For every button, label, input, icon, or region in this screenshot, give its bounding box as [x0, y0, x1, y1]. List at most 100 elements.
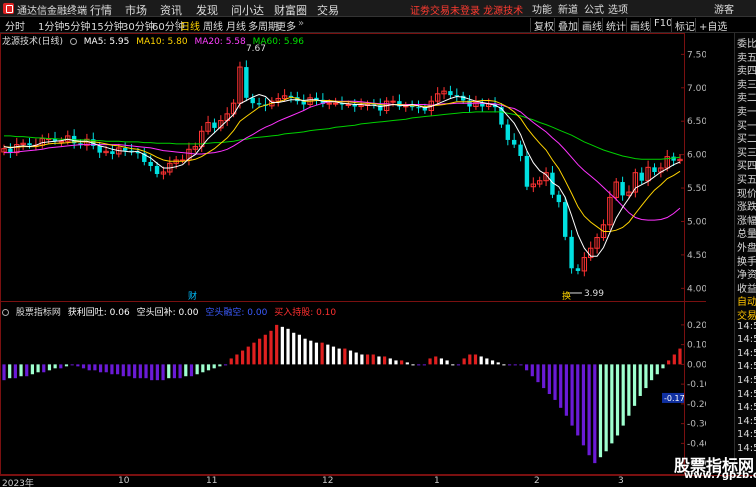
- indicator-bar: [434, 356, 438, 365]
- ma5-label: MA5: 5.95: [83, 37, 130, 47]
- mark-button[interactable]: 标记: [671, 18, 698, 33]
- more-chevron-icon[interactable]: »: [298, 18, 304, 29]
- indicator-bar: [235, 354, 239, 365]
- indicator-bar: [462, 358, 466, 365]
- stats-button[interactable]: 统计: [602, 18, 629, 33]
- period-monthly[interactable]: 月线: [226, 18, 246, 33]
- candle-body: [620, 182, 625, 196]
- menu-xindao[interactable]: 新道: [558, 1, 578, 16]
- indicator-bar: [229, 358, 233, 365]
- sidebar-item[interactable]: 14:56: [737, 429, 756, 440]
- indicator-bar: [223, 364, 228, 366]
- indicator-bar: [627, 364, 631, 416]
- menu-shichang[interactable]: 市场: [125, 2, 147, 18]
- indicator-bar: [649, 364, 654, 381]
- menu-gongshi[interactable]: 公式: [584, 1, 604, 16]
- indicator-bar: [144, 364, 148, 379]
- menu-caifuquan[interactable]: 财富圈: [274, 2, 307, 18]
- menu-zixun[interactable]: 资讯: [160, 2, 182, 18]
- app-title: 通达信金融终端: [17, 6, 87, 17]
- indicator-bar: [542, 364, 546, 389]
- indicator-bar: [485, 358, 489, 365]
- indicator-bar: [468, 354, 472, 365]
- indicator-bar: [564, 364, 568, 416]
- indicator-bar: [314, 342, 319, 365]
- add-watchlist-button[interactable]: +自选: [695, 18, 730, 33]
- period-5min[interactable]: 5分钟: [64, 18, 90, 33]
- indicator-bar: [269, 330, 273, 365]
- sidebar-item[interactable]: 14:56: [737, 402, 756, 413]
- indicator-bar: [178, 364, 182, 379]
- login-notice[interactable]: 证劵交易未登录 龙源技术: [410, 2, 523, 17]
- indicator-bar: [604, 364, 608, 452]
- period-fenshi[interactable]: 分时: [5, 18, 25, 33]
- ma10-line: [3, 96, 681, 232]
- indicator-bar: [672, 354, 676, 365]
- ma5-line: [3, 93, 681, 257]
- sidebar-item[interactable]: 14:56: [737, 348, 756, 359]
- price-tick-label: 7.50: [687, 50, 706, 60]
- sidebar-item[interactable]: 14:55: [737, 321, 756, 332]
- sidebar-item[interactable]: 14:55: [737, 334, 756, 345]
- candle-body: [652, 167, 657, 173]
- period-more[interactable]: 更多: [276, 18, 296, 33]
- sidebar-item[interactable]: 14:56: [737, 416, 756, 427]
- kline-chart[interactable]: 7.507.006.506.005.505.004.504.007.673.99…: [0, 33, 706, 475]
- candle-body: [154, 165, 160, 175]
- indicator-bar: [530, 364, 534, 377]
- indicator-bar: [383, 356, 387, 365]
- indicator-bar: [303, 338, 307, 365]
- indicator-bar: [172, 364, 177, 379]
- chevron-down-icon[interactable]: ▾: [71, 2, 75, 11]
- menu-jiaoyi[interactable]: 交易: [317, 2, 339, 18]
- period-15min[interactable]: 15分钟: [91, 18, 124, 33]
- indicator-bar: [343, 348, 347, 365]
- sidebar-item[interactable]: 14:56: [737, 361, 756, 372]
- sidebar-item[interactable]: 14:56: [737, 375, 756, 386]
- period-daily[interactable]: 日线: [180, 18, 200, 33]
- indicator-bar: [525, 364, 529, 371]
- period-1min[interactable]: 1分钟: [38, 18, 64, 33]
- indicator-bar: [47, 364, 52, 371]
- menu-gongneng[interactable]: 功能: [532, 1, 552, 16]
- period-toolbar: 分时 1分钟 5分钟 15分钟 30分钟 60分钟 日线 周线 月线 多周期 更…: [0, 17, 756, 33]
- period-weekly[interactable]: 周线: [203, 18, 223, 33]
- settings-icon[interactable]: [69, 38, 77, 45]
- date-label: 12: [322, 476, 334, 486]
- indicator-bar: [36, 364, 40, 373]
- candle-body: [326, 102, 332, 105]
- price-tick-label: 6.00: [687, 151, 706, 161]
- menu-hangqing[interactable]: 行情: [90, 2, 112, 18]
- period-multi[interactable]: 多周期: [248, 18, 278, 33]
- indicator-bar: [280, 326, 284, 365]
- indicator-bar: [377, 356, 381, 365]
- indicator-bar: [64, 364, 69, 367]
- indicator-bar: [473, 354, 478, 365]
- menu-faxian[interactable]: 发现: [196, 2, 218, 18]
- drawline-button[interactable]: 画线: [626, 18, 653, 33]
- indicator-bar: [53, 364, 57, 369]
- indicator-bar: [263, 334, 267, 365]
- indicator-settings-icon[interactable]: [2, 309, 9, 316]
- overlay-button[interactable]: 叠加: [554, 18, 581, 33]
- quote-sidebar[interactable]: 委比 卖五 卖四 卖三 卖二 卖一 买一 买二 买三 买四 买五 现价 涨跌 涨幅 总量 外盘 换手 净资 收益 自动…: [734, 33, 756, 475]
- indicator-bar: [360, 354, 364, 365]
- low-price-marker: 3.99: [584, 289, 604, 299]
- indicator-bar: [30, 364, 35, 375]
- period-30min[interactable]: 30分钟: [122, 18, 155, 33]
- sidebar-item[interactable]: 14:56: [737, 389, 756, 400]
- ma20-label: MA20: 5.58: [194, 37, 246, 47]
- draw-button[interactable]: 画线: [578, 18, 605, 33]
- price-tick-label: 7.00: [687, 84, 706, 94]
- watermark-url: www.7gpzb.com: [684, 470, 756, 481]
- user-guest[interactable]: 游客: [714, 1, 734, 16]
- indicator-bar: [76, 364, 80, 367]
- candle-body: [518, 144, 523, 156]
- chart-area[interactable]: 7.50 7.00 6.50 6.00 5.50 5.00 4.50 4.00 7.67 3.99…: [0, 33, 706, 475]
- fuquan-button[interactable]: 复权: [530, 18, 557, 33]
- menu-wenxiaoda[interactable]: 问小达: [231, 2, 264, 18]
- candle-body: [505, 124, 511, 140]
- indicator-bar: [610, 364, 614, 444]
- indicator-bar: [133, 364, 137, 379]
- menu-xuanxiang[interactable]: 选项: [608, 1, 628, 16]
